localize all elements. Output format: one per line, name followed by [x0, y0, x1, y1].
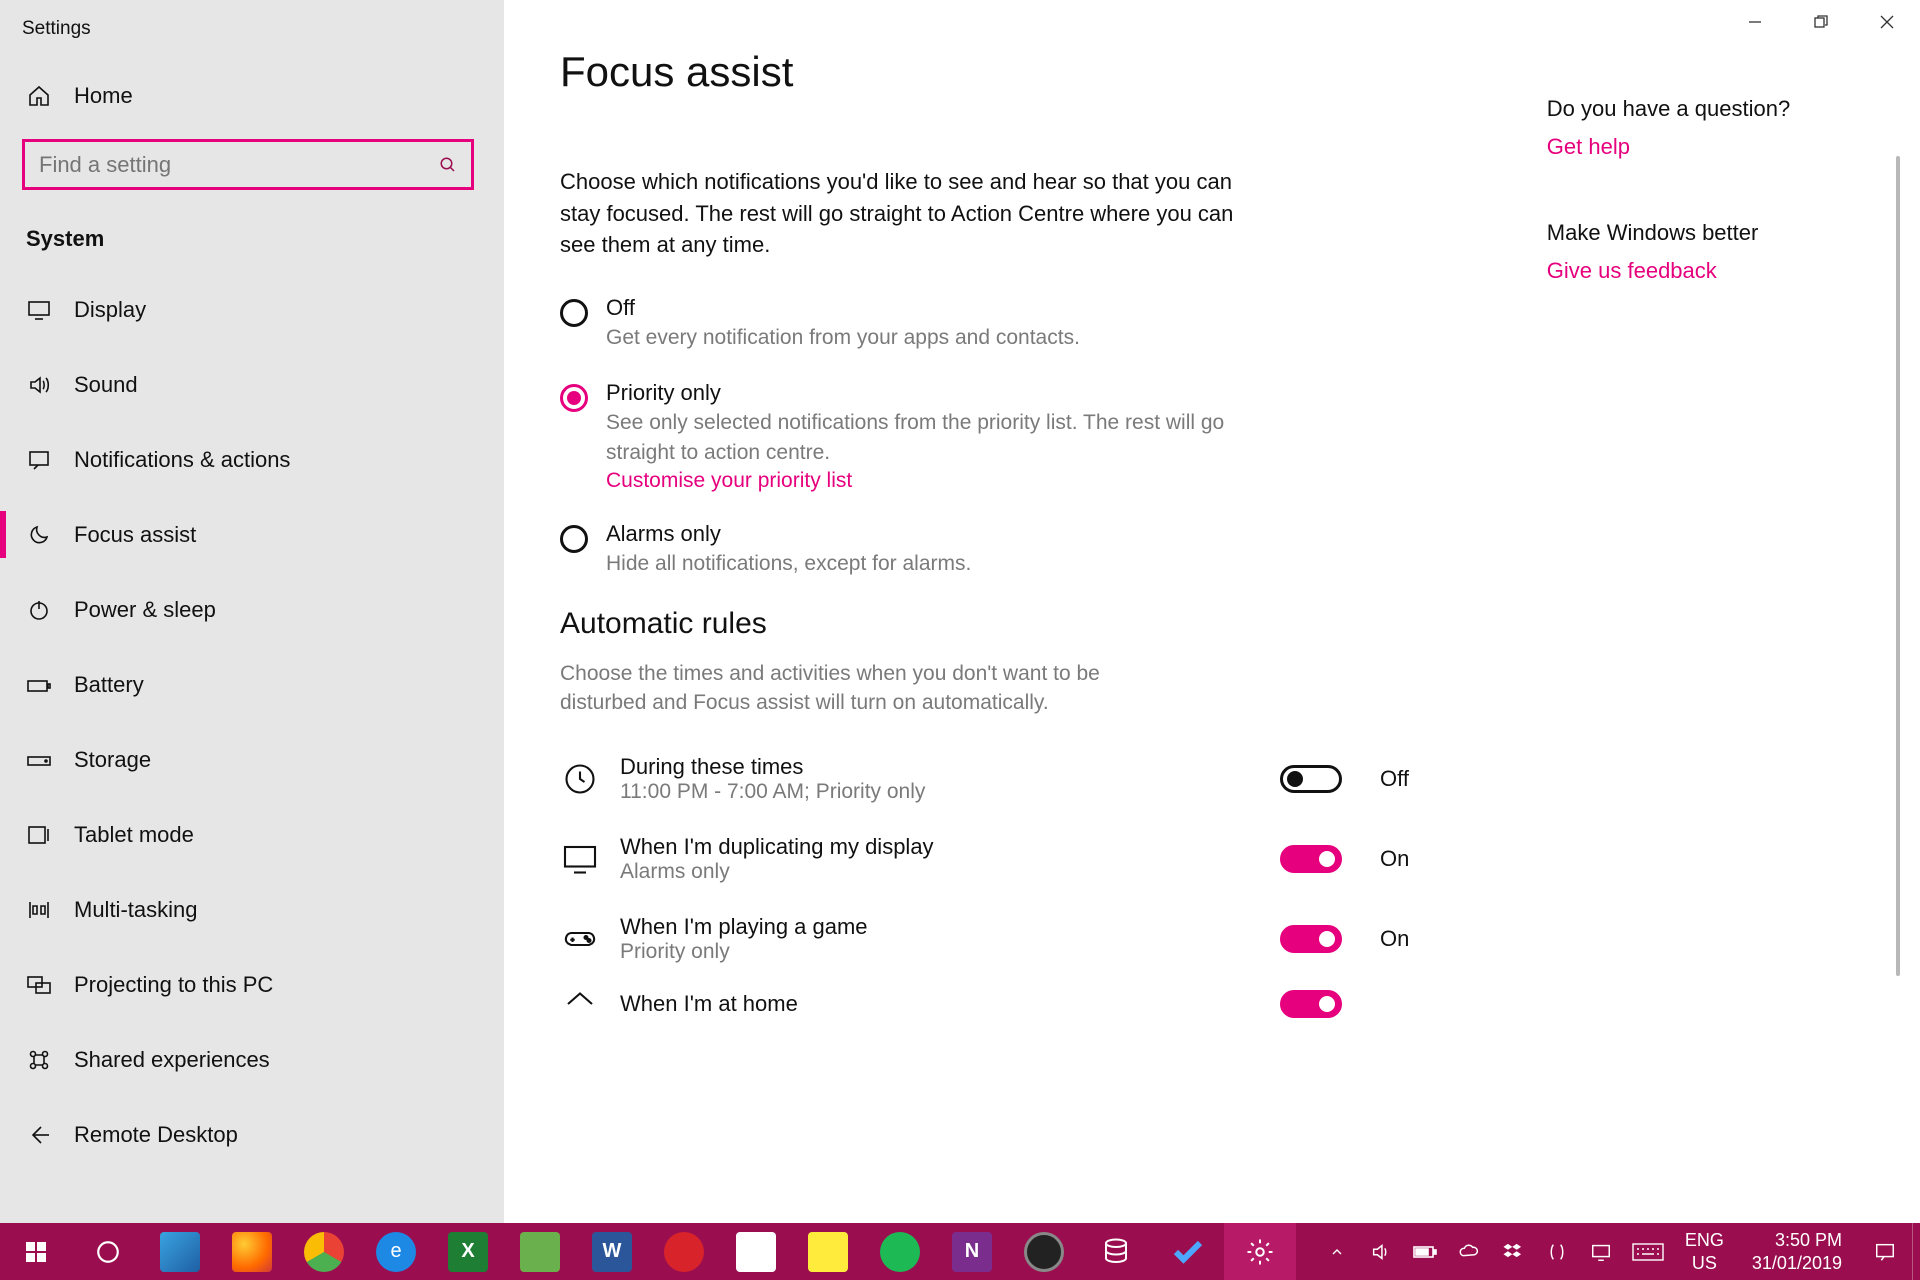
automatic-rules-desc: Choose the times and activities when you…	[560, 659, 1180, 718]
sound-icon	[26, 372, 52, 398]
toggle-home[interactable]	[1280, 990, 1342, 1018]
tray-expand-icon[interactable]	[1315, 1223, 1359, 1280]
page-title: Focus assist	[560, 48, 1427, 96]
gamepad-icon	[560, 919, 600, 959]
tray-misc-icon[interactable]	[1535, 1223, 1579, 1280]
moon-icon	[26, 522, 52, 548]
customise-priority-link[interactable]: Customise your priority list	[606, 469, 852, 493]
category-header: System	[0, 212, 504, 272]
maximize-button[interactable]	[1788, 0, 1854, 44]
taskbar-app-todo[interactable]	[1152, 1223, 1224, 1280]
tray-keyboard-icon[interactable]	[1623, 1223, 1673, 1280]
power-icon	[26, 597, 52, 623]
home-rule-icon	[560, 984, 600, 1024]
feedback-link[interactable]: Give us feedback	[1547, 258, 1862, 284]
intro-description: Choose which notifications you'd like to…	[560, 166, 1260, 261]
radio-off[interactable]: Off Get every notification from your app…	[560, 295, 1240, 352]
sidebar-item-remote[interactable]: Remote Desktop	[0, 1097, 504, 1172]
taskbar-app-opera[interactable]	[648, 1223, 720, 1280]
radio-button[interactable]	[560, 525, 588, 553]
tray-volume-icon[interactable]	[1359, 1223, 1403, 1280]
tray-network-icon[interactable]	[1579, 1223, 1623, 1280]
sidebar-item-power[interactable]: Power & sleep	[0, 572, 504, 647]
radio-alarms-only[interactable]: Alarms only Hide all notifications, exce…	[560, 521, 1240, 578]
clock[interactable]: 3:50 PM 31/01/2019	[1736, 1229, 1858, 1274]
radio-button[interactable]	[560, 299, 588, 327]
tray-dropbox-icon[interactable]	[1491, 1223, 1535, 1280]
taskbar-app-store[interactable]	[720, 1223, 792, 1280]
sidebar-item-projecting[interactable]: Projecting to this PC	[0, 947, 504, 1022]
tablet-icon	[26, 822, 52, 848]
taskbar-app-chrome[interactable]	[288, 1223, 360, 1280]
sidebar-item-storage[interactable]: Storage	[0, 722, 504, 797]
main-content: Focus assist Choose which notifications …	[504, 0, 1920, 1223]
taskbar-app-onenote[interactable]: N	[936, 1223, 1008, 1280]
display-icon	[26, 297, 52, 323]
tray-battery-icon[interactable]	[1403, 1223, 1447, 1280]
start-button[interactable]	[0, 1223, 72, 1280]
rule-duplicating-display[interactable]: When I'm duplicating my display Alarms o…	[560, 819, 1420, 899]
taskbar-app-excel[interactable]: X	[432, 1223, 504, 1280]
taskbar-app-word[interactable]: W	[576, 1223, 648, 1280]
rule-at-home[interactable]: When I'm at home	[560, 979, 1420, 1029]
action-center-icon[interactable]	[1858, 1223, 1912, 1280]
taskbar-app-1[interactable]	[144, 1223, 216, 1280]
rule-playing-game[interactable]: When I'm playing a game Priority only On	[560, 899, 1420, 979]
automatic-rules-heading: Automatic rules	[560, 607, 1427, 641]
question-heading: Do you have a question?	[1547, 96, 1862, 122]
taskbar-app-photo[interactable]	[504, 1223, 576, 1280]
toggle-during-times[interactable]	[1280, 765, 1342, 793]
search-icon	[439, 156, 457, 174]
taskbar-app-spotify[interactable]	[864, 1223, 936, 1280]
search-box[interactable]	[22, 139, 474, 190]
taskbar-app-firefox[interactable]	[216, 1223, 288, 1280]
language-indicator[interactable]: ENG US	[1673, 1229, 1736, 1274]
app-title: Settings	[0, 12, 504, 58]
sidebar-home[interactable]: Home	[0, 58, 504, 133]
get-help-link[interactable]: Get help	[1547, 134, 1862, 160]
taskbar-app-obs[interactable]	[1008, 1223, 1080, 1280]
sidebar-item-sound[interactable]: Sound	[0, 347, 504, 422]
battery-icon	[26, 672, 52, 698]
scrollbar[interactable]	[1896, 156, 1900, 976]
sidebar: Settings Home System Display Sound	[0, 0, 504, 1223]
search-input[interactable]	[39, 152, 439, 178]
remote-icon	[26, 1122, 52, 1148]
toggle-duplicating[interactable]	[1280, 845, 1342, 873]
taskbar-app-edge[interactable]: e	[360, 1223, 432, 1280]
minimize-button[interactable]	[1722, 0, 1788, 44]
sidebar-item-tablet[interactable]: Tablet mode	[0, 797, 504, 872]
sidebar-item-notifications[interactable]: Notifications & actions	[0, 422, 504, 497]
shared-icon	[26, 1047, 52, 1073]
sidebar-item-multitasking[interactable]: Multi-tasking	[0, 872, 504, 947]
close-button[interactable]	[1854, 0, 1920, 44]
taskbar-app-db[interactable]	[1080, 1223, 1152, 1280]
radio-priority-only[interactable]: Priority only See only selected notifica…	[560, 380, 1240, 493]
rule-during-times[interactable]: During these times 11:00 PM - 7:00 AM; P…	[560, 739, 1420, 819]
sidebar-item-shared[interactable]: Shared experiences	[0, 1022, 504, 1097]
multitasking-icon	[26, 897, 52, 923]
better-heading: Make Windows better	[1547, 220, 1862, 246]
radio-button[interactable]	[560, 384, 588, 412]
sidebar-item-focus-assist[interactable]: Focus assist	[0, 497, 504, 572]
projecting-icon	[26, 972, 52, 998]
home-icon	[26, 83, 52, 109]
storage-icon	[26, 747, 52, 773]
window-controls	[1722, 0, 1920, 44]
show-desktop-button[interactable]	[1912, 1223, 1920, 1280]
tray-onedrive-icon[interactable]	[1447, 1223, 1491, 1280]
clock-icon	[560, 759, 600, 799]
taskbar-app-keep[interactable]	[792, 1223, 864, 1280]
cortana-button[interactable]	[72, 1223, 144, 1280]
sidebar-home-label: Home	[74, 83, 133, 109]
taskbar: e X W N ENG US 3:50 PM 31/01/2019	[0, 1223, 1920, 1280]
sidebar-item-battery[interactable]: Battery	[0, 647, 504, 722]
notifications-icon	[26, 447, 52, 473]
sidebar-item-display[interactable]: Display	[0, 272, 504, 347]
aside-panel: Do you have a question? Get help Make Wi…	[1547, 48, 1862, 1223]
taskbar-app-settings[interactable]	[1224, 1223, 1296, 1280]
toggle-gaming[interactable]	[1280, 925, 1342, 953]
monitor-icon	[560, 839, 600, 879]
